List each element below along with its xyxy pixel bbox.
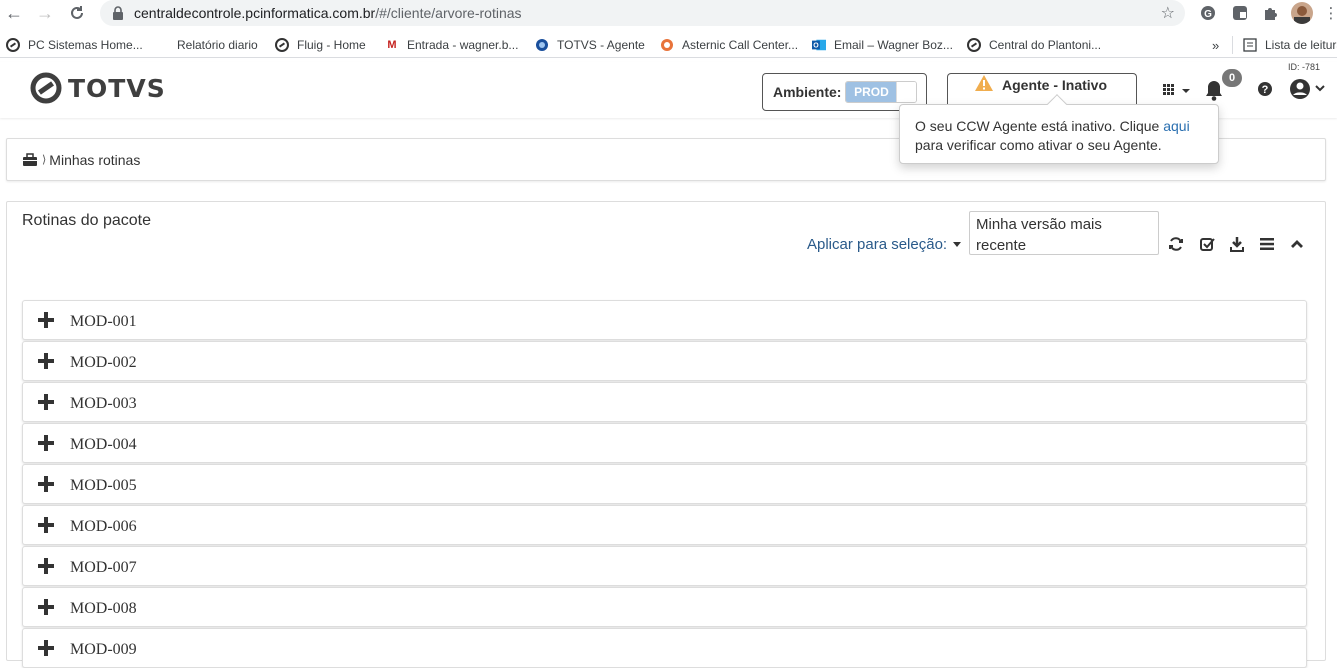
- expand-plus-icon[interactable]: [38, 517, 54, 533]
- help-icon[interactable]: ?: [1256, 80, 1274, 98]
- expand-plus-icon[interactable]: [38, 353, 54, 369]
- user-id: ID: -781: [1288, 62, 1321, 72]
- notifications-bell-icon[interactable]: [1203, 78, 1225, 102]
- routines-panel: Rotinas do pacote Aplicar para seleção: …: [6, 201, 1326, 668]
- panel-title: Rotinas do pacote: [22, 212, 151, 229]
- bookmark-reading-list[interactable]: Lista de leitura: [1243, 36, 1337, 54]
- back-icon[interactable]: ←: [3, 2, 25, 24]
- caret-down-icon: [953, 242, 962, 247]
- expand-plus-icon[interactable]: [38, 476, 54, 492]
- globe-icon: [535, 38, 549, 52]
- svg-text:O: O: [813, 43, 819, 50]
- bookmarks-bar: PC Sistemas Home... Relatório diario Flu…: [0, 30, 1337, 58]
- lock-icon: [113, 6, 123, 20]
- bookmark-totvs-agente[interactable]: TOTVS - Agente: [535, 36, 645, 54]
- check-square-icon[interactable]: [1197, 234, 1217, 254]
- download-icon[interactable]: [1227, 234, 1247, 254]
- module-row[interactable]: MOD-004: [22, 423, 1307, 463]
- agent-inactive-popover: O seu CCW Agente está inativo. Clique aq…: [899, 94, 1219, 164]
- collapse-chevron-up-icon[interactable]: [1287, 234, 1307, 254]
- expand-plus-icon[interactable]: [38, 599, 54, 615]
- totvs-icon: [6, 38, 20, 52]
- totvs-icon: [275, 38, 289, 52]
- user-menu-icon[interactable]: [1288, 77, 1328, 101]
- profile-avatar[interactable]: [1291, 2, 1313, 24]
- apps-grid-icon[interactable]: [1160, 80, 1192, 100]
- notifications-badge: 0: [1222, 69, 1242, 87]
- breadcrumb-separator: ⟩: [42, 154, 47, 166]
- bookmark-fluig-home[interactable]: Fluig - Home: [275, 36, 366, 54]
- module-row[interactable]: MOD-006: [22, 505, 1307, 545]
- module-row[interactable]: MOD-001: [22, 300, 1307, 340]
- totvs-logo-icon: [30, 72, 62, 104]
- module-row[interactable]: MOD-008: [22, 587, 1307, 627]
- bookmark-gmail[interactable]: M Entrada - wagner.b...: [385, 36, 518, 54]
- expand-plus-icon[interactable]: [38, 394, 54, 410]
- bookmark-pc-sistemas[interactable]: PC Sistemas Home...: [6, 36, 143, 54]
- expand-plus-icon[interactable]: [38, 312, 54, 328]
- bookmark-email-outlook[interactable]: O Email – Wagner Boz...: [812, 36, 953, 54]
- gmail-icon: M: [387, 39, 397, 51]
- extensions-puzzle-icon[interactable]: [1260, 3, 1280, 23]
- browser-menu-icon[interactable]: ⋮: [1324, 3, 1337, 23]
- warning-icon: [975, 75, 993, 91]
- expand-plus-icon[interactable]: [38, 435, 54, 451]
- version-select[interactable]: Minha versão mais recente: [969, 211, 1159, 255]
- url-text: centraldecontrole.pcinformatica.com.br/#…: [134, 5, 522, 21]
- outlook-icon: O: [812, 38, 826, 52]
- module-row[interactable]: MOD-007: [22, 546, 1307, 586]
- totvs-icon: [967, 38, 981, 52]
- refresh-icon[interactable]: [1166, 234, 1186, 254]
- reading-list-icon: [1243, 38, 1257, 52]
- module-row[interactable]: MOD-009: [22, 628, 1307, 668]
- activate-agent-link[interactable]: aqui: [1163, 118, 1189, 134]
- reload-icon[interactable]: [66, 2, 88, 24]
- bookmarks-divider: [1232, 36, 1233, 54]
- extension-grid-icon[interactable]: [1230, 3, 1250, 23]
- browser-toolbar: ← → centraldecontrole.pcinformatica.com.…: [0, 0, 1337, 26]
- extension-g-icon[interactable]: G: [1198, 3, 1218, 23]
- module-row[interactable]: MOD-003: [22, 382, 1307, 422]
- bookmark-asternic[interactable]: Asternic Call Center...: [660, 36, 798, 54]
- svg-text:?: ?: [1262, 84, 1269, 96]
- list-menu-icon[interactable]: [1257, 234, 1277, 254]
- expand-plus-icon[interactable]: [38, 558, 54, 574]
- module-row[interactable]: MOD-005: [22, 464, 1307, 504]
- totvs-logo[interactable]: TOTVS: [30, 72, 166, 104]
- environment-toggle[interactable]: PROD: [845, 81, 918, 103]
- module-row[interactable]: MOD-002: [22, 341, 1307, 381]
- bookmark-central-plantoni[interactable]: Central do Plantoni...: [967, 36, 1101, 54]
- breadcrumb-current: Minhas rotinas: [49, 151, 141, 168]
- bookmark-star-icon[interactable]: ☆: [1161, 3, 1175, 23]
- forward-icon[interactable]: →: [34, 2, 56, 24]
- asternic-icon: [660, 38, 674, 52]
- expand-plus-icon[interactable]: [38, 640, 54, 656]
- briefcase-icon[interactable]: [22, 152, 38, 167]
- address-bar[interactable]: centraldecontrole.pcinformatica.com.br/#…: [100, 0, 1185, 26]
- more-bookmarks-icon[interactable]: »: [1212, 36, 1219, 54]
- bookmark-relatorio-diario[interactable]: Relatório diario: [177, 36, 258, 54]
- apply-selection-dropdown[interactable]: Aplicar para seleção:: [807, 236, 962, 253]
- svg-text:G: G: [1204, 9, 1212, 20]
